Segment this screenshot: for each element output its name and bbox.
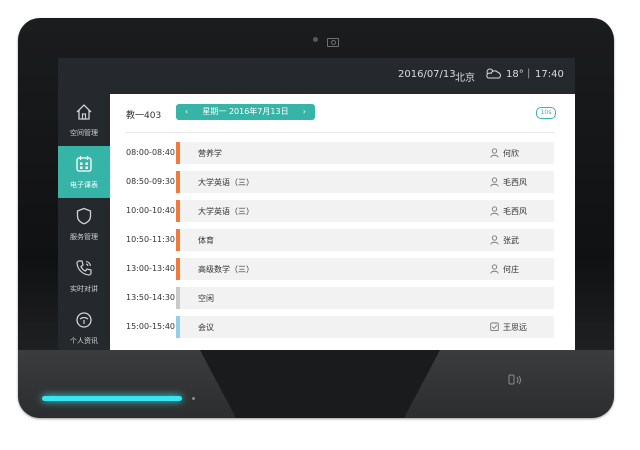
schedule-subject: 大学英语（三）: [198, 178, 254, 187]
date-navigator: ‹ 星期一 2016年7月13日 ›: [176, 104, 315, 120]
user-icon: [490, 148, 499, 158]
schedule-icon: [76, 156, 92, 172]
home-icon: [76, 104, 92, 120]
schedule-teacher: 何欣: [503, 149, 519, 158]
refresh-interval-badge[interactable]: 10s: [536, 107, 556, 119]
sidebar-item-label: 空间管理: [70, 129, 98, 137]
schedule-time: 08:50-09:30: [126, 177, 175, 186]
sidebar-item-schedule[interactable]: 电子课表: [58, 146, 110, 198]
schedule-row[interactable]: 13:00-13:40 高级数学（三） 何庄: [110, 258, 575, 280]
user-icon: [490, 206, 499, 216]
sidebar-item-personal-info[interactable]: 个人资讯: [58, 302, 110, 354]
status-city: 北京: [455, 73, 475, 84]
camera-icon: [327, 38, 339, 47]
schedule-time: 10:50-11:30: [126, 235, 175, 244]
tablet-screen: 2016/07/13 北京 18° | 17:40 空间管理 电子课表 服务管理…: [58, 58, 575, 350]
sidebar-item-label: 电子课表: [70, 181, 98, 189]
schedule-subject: 大学英语（三）: [198, 207, 254, 216]
status-temperature: 18°: [506, 69, 524, 80]
schedule-row[interactable]: 10:00-10:40 大学英语（三） 毛西风: [110, 200, 575, 222]
sidebar: 空间管理 电子课表 服务管理 实时对讲 个人资讯: [58, 94, 110, 350]
sidebar-item-intercom[interactable]: 实时对讲: [58, 250, 110, 302]
phone-icon: [76, 260, 92, 276]
schedule-panel: 教一403 ‹ 星期一 2016年7月13日 › 10s 08:00-08:40…: [110, 94, 575, 350]
led-light-bar: [42, 396, 182, 401]
microphone-dot: [192, 397, 195, 400]
schedule-subject: 会议: [198, 323, 214, 332]
schedule-time: 13:50-14:30: [126, 293, 175, 302]
schedule-time: 15:00-15:40: [126, 322, 175, 331]
schedule-subject: 高级数学（三）: [198, 265, 254, 274]
schedule-row[interactable]: 08:50-09:30 大学英语（三） 毛西风: [110, 171, 575, 193]
schedule-subject: 体育: [198, 236, 214, 245]
schedule-teacher: 毛西风: [503, 207, 527, 216]
shield-icon: [76, 207, 92, 225]
sidebar-item-label: 实时对讲: [70, 285, 98, 293]
check-icon: [490, 322, 499, 332]
next-day-button[interactable]: ›: [303, 104, 306, 120]
info-icon: [76, 312, 92, 328]
current-date-label[interactable]: 星期一 2016年7月13日: [176, 104, 315, 120]
user-icon: [490, 264, 499, 274]
schedule-row[interactable]: 15:00-15:40 会议 王思远: [110, 316, 575, 338]
header-divider: [126, 132, 554, 133]
front-camera-icon: [313, 37, 318, 42]
schedule-teacher: 王思远: [503, 323, 527, 332]
partly-cloudy-icon: [486, 68, 501, 79]
schedule-time: 08:00-08:40: [126, 148, 175, 157]
user-icon: [490, 235, 499, 245]
status-date: 2016/07/13: [398, 69, 456, 80]
bottom-bezel-shape: [200, 350, 440, 418]
schedule-teacher: 何庄: [503, 265, 519, 274]
status-time: 17:40: [535, 69, 564, 80]
schedule-subject: 营养学: [198, 149, 222, 158]
sidebar-item-space-management[interactable]: 空间管理: [58, 94, 110, 146]
user-icon: [490, 177, 499, 187]
schedule-time: 10:00-10:40: [126, 206, 175, 215]
schedule-row[interactable]: 13:50-14:30 空闲: [110, 287, 575, 309]
sidebar-item-label: 个人资讯: [70, 337, 98, 345]
room-name: 教一403: [126, 111, 162, 121]
nfc-icon: [508, 374, 521, 385]
schedule-teacher: 张武: [503, 236, 519, 245]
schedule-row[interactable]: 10:50-11:30 体育 张武: [110, 229, 575, 251]
sidebar-item-label: 服务管理: [70, 233, 98, 241]
schedule-teacher: 毛西风: [503, 178, 527, 187]
schedule-time: 13:00-13:40: [126, 264, 175, 273]
status-separator: |: [527, 68, 531, 79]
schedule-subject: 空闲: [198, 294, 214, 303]
schedule-cell: [180, 287, 554, 309]
status-bar: 2016/07/13 北京 18° | 17:40: [58, 58, 575, 94]
schedule-row[interactable]: 08:00-08:40 营养学 何欣: [110, 142, 575, 164]
sidebar-item-service-management[interactable]: 服务管理: [58, 198, 110, 250]
